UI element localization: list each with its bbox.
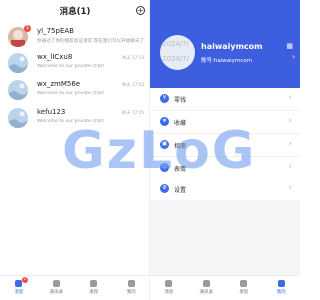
messages-header: 消息(1) + (0, 0, 150, 22)
chat-time: 昨天 17:15 (122, 110, 144, 115)
user-icon (277, 280, 285, 287)
star-icon: ★ (160, 117, 169, 126)
chat-list-item[interactable]: 1 yl_75pEAB 你通过了你的朋友验证请求,现在我们可以开始聊天了 (0, 25, 150, 51)
tab-contacts[interactable]: 通讯录 (38, 276, 76, 300)
page-title: 消息(1) (59, 7, 91, 17)
chevron-right-icon: › (292, 53, 295, 61)
chat-list-item[interactable]: wx_lICxu8 Welcome to our private chat! 昨… (0, 51, 150, 77)
chat-preview: Welcome to our private chat! (37, 91, 105, 96)
tab-me[interactable]: 我的 (263, 276, 301, 300)
chevron-right-icon: › (288, 183, 292, 193)
avatar-text: 2024/7/ (162, 40, 189, 48)
tab-label: 我的 (276, 290, 286, 295)
profile-screen: 2024/7/ 2024/7/ haiwaiymcom 账号:haiwaiymc… (150, 0, 300, 300)
chat-name: wx_zmM56e (37, 80, 81, 88)
menu-item-album[interactable]: ▣ 相册 › (150, 134, 300, 156)
tab-label: 发现 (89, 290, 99, 295)
tab-label: 通讯录 (49, 290, 64, 295)
menu-label: 相册 (174, 143, 187, 150)
contacts-icon (52, 280, 60, 287)
wallet-icon: ¥ (160, 94, 169, 103)
tab-discover[interactable]: 发现 (225, 276, 263, 300)
contacts-icon (202, 280, 210, 287)
chat-icon (165, 280, 173, 287)
tab-messages[interactable]: 1 消息 (0, 276, 38, 300)
menu-item-wallet[interactable]: ¥ 零钱 › (150, 88, 300, 110)
avatar (8, 108, 28, 128)
profile-name: haiwaiymcom (201, 42, 263, 51)
chat-preview: Welcome to our private chat! (37, 64, 105, 69)
user-icon (127, 280, 135, 287)
tab-label: 发现 (239, 290, 249, 295)
chevron-right-icon: › (288, 116, 292, 126)
album-icon: ▣ (160, 140, 169, 149)
menu-label: 表情 (174, 166, 187, 173)
menu-item-settings[interactable]: ⚙ 设置 › (150, 178, 300, 200)
plus-circle-icon[interactable]: + (136, 6, 145, 15)
chat-name: kefu123 (37, 108, 66, 116)
bottom-tab-bar: 消息 通讯录 发现 我的 (150, 275, 300, 300)
tab-label: 消息 (14, 290, 24, 295)
emoji-icon: ☺ (160, 163, 169, 172)
qr-code-icon[interactable]: ▦ (286, 42, 293, 50)
chat-time: 昨天 17:15 (122, 82, 144, 87)
tab-discover[interactable]: 发现 (75, 276, 113, 300)
chat-preview: Welcome to our private chat! (37, 119, 105, 124)
menu-label: 设置 (174, 187, 187, 194)
profile-account: 账号:haiwaiymcom (201, 58, 252, 64)
tab-me[interactable]: 我的 (113, 276, 151, 300)
tab-messages[interactable]: 消息 (150, 276, 188, 300)
menu-label: 零钱 (174, 97, 187, 104)
tab-label: 消息 (164, 290, 174, 295)
tab-label: 通讯录 (199, 290, 214, 295)
chat-name: yl_75pEAB (37, 27, 74, 35)
messages-screen: 消息(1) + 1 yl_75pEAB 你通过了你的朋友验证请求,现在我们可以开… (0, 0, 150, 300)
discover-icon (90, 280, 98, 287)
chat-list-item[interactable]: wx_zmM56e Welcome to our private chat! 昨… (0, 78, 150, 104)
tab-badge: 1 (22, 277, 28, 283)
chat-list-item[interactable]: kefu123 Welcome to our private chat! 昨天 … (0, 106, 150, 132)
menu-item-favorites[interactable]: ★ 收藏 › (150, 111, 300, 133)
gear-icon: ⚙ (160, 184, 169, 193)
chat-name: wx_lICxu8 (37, 53, 73, 61)
profile-header[interactable]: 2024/7/ 2024/7/ haiwaiymcom 账号:haiwaiymc… (150, 0, 300, 88)
avatar (8, 80, 28, 100)
unread-badge: 1 (24, 25, 31, 32)
menu-label: 收藏 (174, 120, 187, 127)
discover-icon (240, 280, 248, 287)
avatar-text: 2024/7/ (162, 55, 189, 63)
chevron-right-icon: › (288, 139, 292, 149)
chevron-right-icon: › (288, 162, 292, 172)
tab-label: 我的 (126, 290, 136, 295)
chat-icon (15, 280, 23, 287)
bottom-tab-bar: 1 消息 通讯录 发现 我的 (0, 275, 150, 300)
chat-time: 昨天 17:15 (122, 55, 144, 60)
chat-preview: 你通过了你的朋友验证请求,现在我们可以开始聊天了 (37, 39, 145, 44)
tab-contacts[interactable]: 通讯录 (188, 276, 226, 300)
chevron-right-icon: › (288, 93, 292, 103)
avatar[interactable]: 2024/7/ 2024/7/ (160, 35, 195, 70)
avatar (8, 53, 28, 73)
menu-item-emoji[interactable]: ☺ 表情 › (150, 157, 300, 179)
